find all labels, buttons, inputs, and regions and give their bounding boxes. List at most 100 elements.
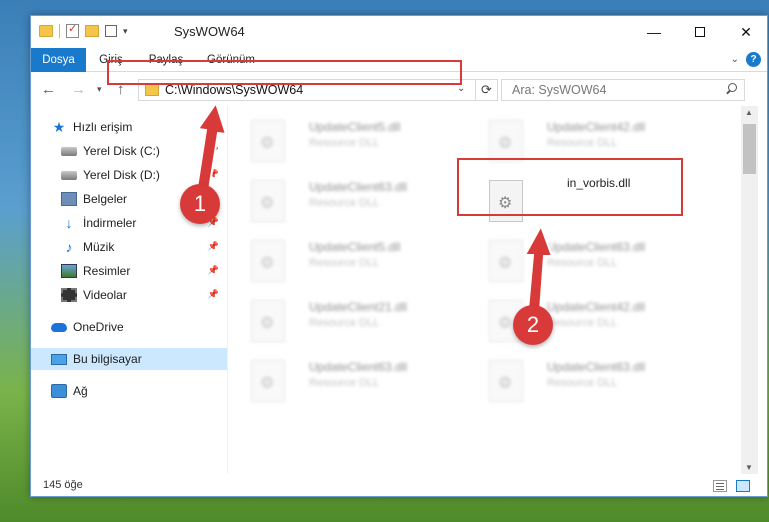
minimize-button[interactable]: —: [631, 16, 677, 48]
properties-icon[interactable]: [66, 22, 79, 38]
sidebar-item-label: Bu bilgisayar: [73, 352, 142, 366]
file-name: UpdateClient63.dll: [309, 360, 408, 374]
dll-file-icon: [251, 360, 285, 402]
pin-icon[interactable]: 📌: [208, 289, 219, 300]
onedrive-icon: [51, 322, 67, 332]
sidebar-item-network[interactable]: Ağ: [31, 380, 227, 402]
forward-button[interactable]: →: [71, 81, 86, 98]
file-type: Resource DLL: [547, 317, 618, 329]
address-highlight-box: [107, 60, 462, 85]
pin-icon[interactable]: 📌: [208, 169, 219, 180]
file-item[interactable]: UpdateClient63.dll Resource DLL: [481, 232, 711, 288]
step-badge-2: 2: [513, 305, 553, 345]
back-button[interactable]: ←: [41, 81, 56, 98]
view-options-icon[interactable]: [105, 25, 117, 37]
file-type: Resource DLL: [309, 317, 380, 329]
quick-access-toolbar: ▾: [39, 22, 128, 38]
vertical-scrollbar[interactable]: ▲ ▼: [741, 106, 758, 474]
expand-ribbon-chevron-down-icon[interactable]: ⌄: [731, 54, 739, 65]
pin-icon[interactable]: 📌: [208, 241, 219, 252]
sidebar-item-disk-c[interactable]: Yerel Disk (C:) 📌: [31, 140, 227, 162]
file-item[interactable]: UpdateClient63.dll Resource DLL: [243, 352, 473, 408]
pictures-icon: [61, 264, 77, 278]
file-item[interactable]: UpdateClient21.dll Resource DLL: [243, 292, 473, 348]
search-input[interactable]: Ara: SysWOW64: [501, 79, 745, 101]
sidebar-item-label: Yerel Disk (D:): [83, 168, 160, 182]
download-icon: ↓: [65, 215, 73, 231]
dll-file-icon: [251, 180, 285, 222]
sidebar-item-label: Yerel Disk (C:): [83, 144, 160, 158]
sidebar-item-label: İndirmeler: [83, 216, 137, 230]
explorer-window: ▾ SysWOW64 — ✕ Dosya Giriş Paylaş Görünü…: [30, 15, 768, 497]
file-name: UpdateClient21.dll: [309, 300, 408, 314]
star-icon: ★: [52, 119, 66, 135]
folder-icon: [145, 84, 159, 96]
large-icons-view-icon[interactable]: [736, 480, 750, 492]
toolbar-separator: [59, 24, 60, 38]
file-item[interactable]: UpdateClient63.dll Resource DLL: [481, 352, 711, 408]
step-badge-1: 1: [180, 184, 220, 224]
file-type: Resource DLL: [309, 257, 380, 269]
address-path[interactable]: C:\Windows\SysWOW64: [165, 83, 303, 97]
file-name: UpdateClient63.dll: [309, 180, 408, 194]
new-folder-icon[interactable]: [85, 25, 99, 37]
disk-icon: [61, 146, 77, 156]
dll-file-icon: [489, 360, 523, 402]
file-name: UpdateClient5.dll: [309, 240, 401, 254]
file-type: Resource DLL: [309, 197, 380, 209]
pin-icon[interactable]: 📌: [208, 145, 219, 156]
recent-locations-chevron-down-icon[interactable]: ▾: [97, 84, 102, 95]
scroll-thumb[interactable]: [743, 124, 756, 174]
sidebar-item-pictures[interactable]: Resimler 📌: [31, 260, 227, 282]
file-name: UpdateClient42.dll: [547, 120, 646, 134]
file-name: UpdateClient63.dll: [547, 240, 646, 254]
videos-icon: [61, 288, 77, 302]
sidebar-item-onedrive[interactable]: OneDrive: [31, 316, 227, 338]
close-button[interactable]: ✕: [723, 16, 769, 48]
dll-file-icon: [251, 300, 285, 342]
customize-toolbar-chevron-down-icon[interactable]: ▾: [123, 26, 128, 37]
sidebar-item-music[interactable]: ♪ Müzik 📌: [31, 236, 227, 258]
file-name: UpdateClient5.dll: [309, 120, 401, 134]
file-item[interactable]: UpdateClient5.dll Resource DLL: [243, 232, 473, 288]
file-name: UpdateClient63.dll: [547, 360, 646, 374]
help-icon[interactable]: ?: [746, 52, 761, 67]
maximize-button[interactable]: [677, 16, 723, 48]
maximize-icon: [695, 27, 705, 37]
disk-icon: [61, 170, 77, 180]
file-highlight-box: [457, 158, 683, 216]
scroll-up-arrow-icon[interactable]: ▲: [745, 108, 753, 117]
file-item[interactable]: UpdateClient5.dll Resource DLL: [243, 112, 473, 168]
scroll-down-arrow-icon[interactable]: ▼: [745, 463, 753, 472]
sidebar-item-this-pc[interactable]: Bu bilgisayar: [31, 348, 227, 370]
refresh-button[interactable]: ⟳: [475, 80, 497, 100]
sidebar-item-label: Videolar: [83, 288, 127, 302]
sidebar-item-label: Resimler: [83, 264, 131, 278]
computer-icon: [51, 353, 67, 365]
file-type: Resource DLL: [309, 137, 380, 149]
tab-file[interactable]: Dosya: [31, 48, 86, 72]
search-placeholder: Ara: SysWOW64: [512, 83, 607, 97]
file-item[interactable]: UpdateClient63.dll Resource DLL: [243, 172, 473, 228]
documents-icon: [61, 192, 77, 206]
sidebar-item-label: OneDrive: [73, 320, 124, 334]
dll-file-icon: [489, 240, 523, 282]
search-icon[interactable]: [724, 82, 738, 96]
dll-file-icon: [251, 240, 285, 282]
window-title: SysWOW64: [174, 24, 245, 39]
navigation-pane: ★ Hızlı erişim Yerel Disk (C:) 📌 Yerel D…: [31, 112, 227, 472]
file-type: Resource DLL: [547, 377, 618, 389]
sidebar-item-label: Belgeler: [83, 192, 128, 206]
title-bar: ▾ SysWOW64 — ✕: [31, 16, 767, 48]
sidebar-item-disk-d[interactable]: Yerel Disk (D:) 📌: [31, 164, 227, 186]
file-name: UpdateClient42.dll: [547, 300, 646, 314]
file-type: Resource DLL: [547, 257, 618, 269]
sidebar-item-videos[interactable]: Videolar 📌: [31, 284, 227, 306]
status-bar: 145 öğe: [31, 476, 767, 498]
pin-icon[interactable]: 📌: [208, 265, 219, 276]
pane-divider[interactable]: [227, 106, 228, 474]
details-view-icon[interactable]: [713, 480, 727, 492]
folder-icon[interactable]: [39, 25, 53, 37]
network-icon: [51, 384, 67, 398]
sidebar-item-quick-access[interactable]: ★ Hızlı erişim: [31, 116, 227, 138]
